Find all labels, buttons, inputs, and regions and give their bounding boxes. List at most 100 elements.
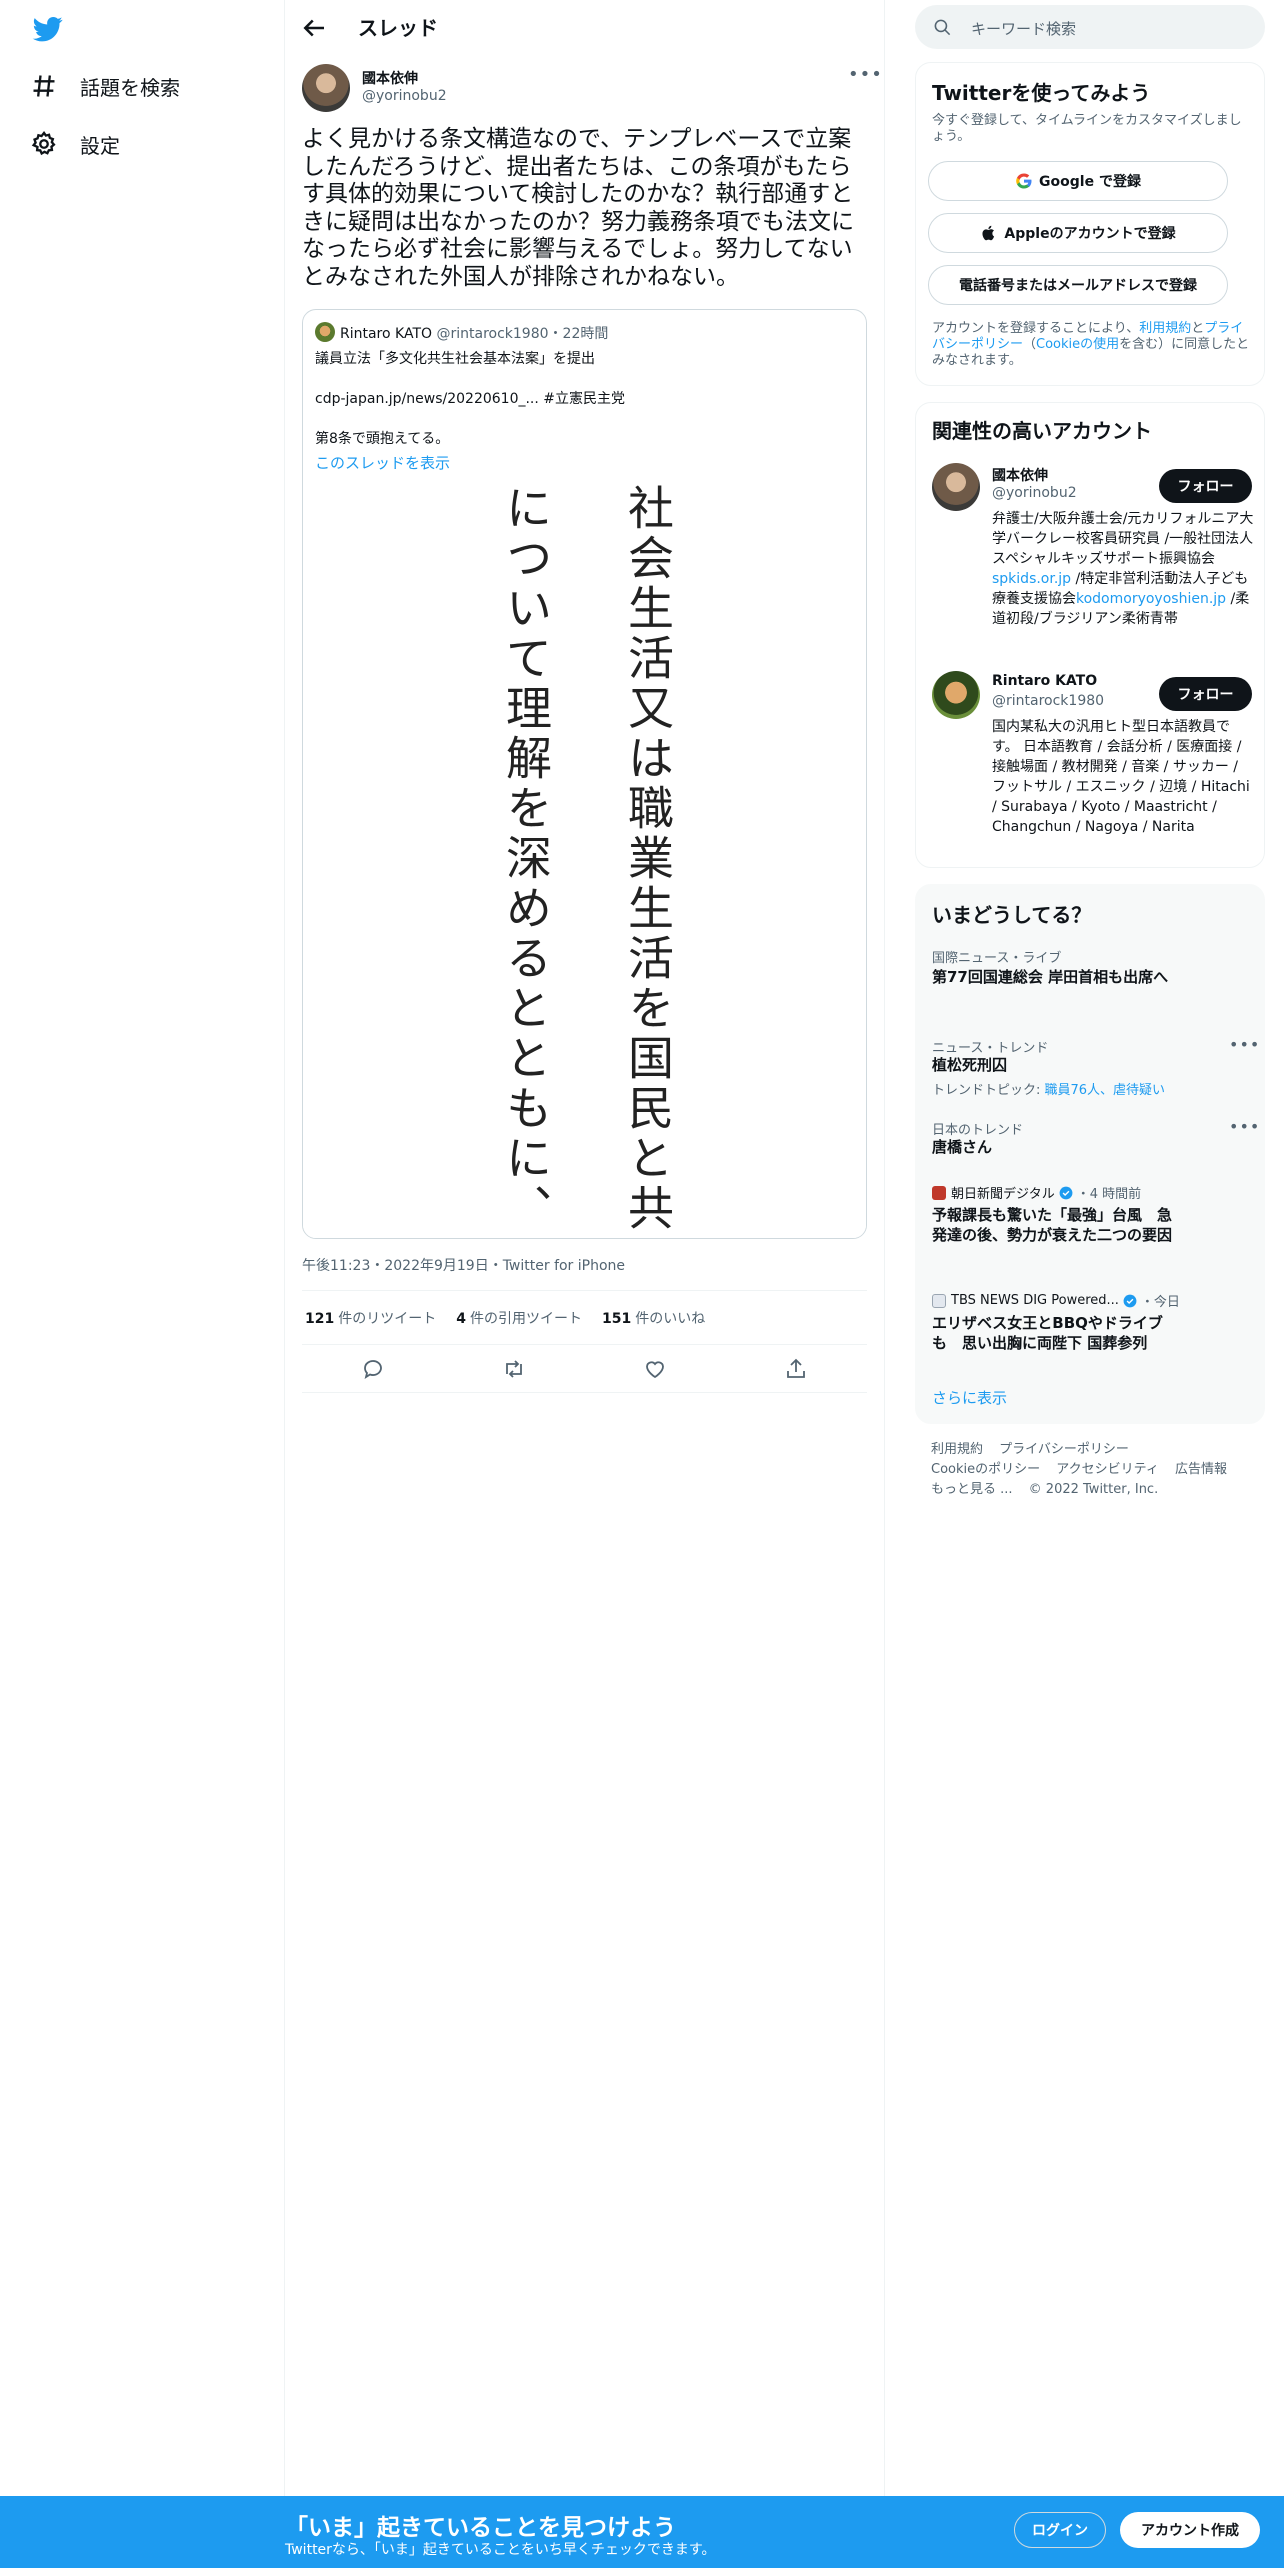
related-title: 関連性の高いアカウント bbox=[932, 419, 1152, 443]
divider bbox=[302, 1392, 867, 1393]
quote-line-2: cdp-japan.jp/news/20220610_... #立憲民主党 bbox=[315, 391, 626, 407]
quoted-tweet[interactable]: Rintaro KATO @rintarock1980・22時間 議員立法「多文… bbox=[302, 309, 867, 1239]
apple-icon bbox=[982, 225, 995, 241]
quote-author-handle: @rintarock1980 bbox=[436, 326, 549, 342]
trend-category: 日本のトレンド bbox=[932, 1123, 1024, 1138]
related-accounts-card: 関連性の高いアカウント 國本依伸 @yorinobu2 フォロー 弁護士/大阪弁… bbox=[915, 402, 1265, 868]
bottom-bar-title: 「いま」起きていることを見つけよう bbox=[285, 2515, 676, 2541]
more-options-icon[interactable]: ••• bbox=[848, 64, 883, 85]
footer-link[interactable]: プライバシーポリシー bbox=[999, 1442, 1129, 1457]
news-age: ・4 時間前 bbox=[1076, 1187, 1142, 1202]
verified-icon bbox=[1059, 1186, 1073, 1199]
retweets-count: 121 bbox=[305, 1311, 335, 1327]
left-nav: 話題を検索 設定 bbox=[0, 0, 285, 2500]
tweet-actions bbox=[302, 1352, 867, 1386]
terms-of-service-link[interactable]: 利用規約 bbox=[1139, 321, 1191, 336]
bottom-bar-subtitle: Twitterなら、「いま」起きていることをいち早くチェックできます。 bbox=[285, 2542, 716, 2558]
related-account-name[interactable]: Rintaro KATO bbox=[992, 673, 1097, 689]
quotes-count: 4 bbox=[456, 1311, 466, 1327]
related-account-bio: 国内某私大の汎用ヒト型日本語教員です。 日本語教育 / 会話分析 / 医療面接 … bbox=[992, 719, 1250, 835]
news-source-name: 朝日新聞デジタル bbox=[951, 1187, 1055, 1202]
likes-label: 件のいいね bbox=[635, 1311, 706, 1327]
quote-image[interactable]: 社会生活又は職業生活を国民と共 について理解を深めるとともに、 bbox=[303, 480, 866, 1238]
author-name[interactable]: 國本依伸 bbox=[362, 68, 418, 88]
divider bbox=[302, 1344, 867, 1345]
back-arrow-icon[interactable] bbox=[299, 13, 329, 43]
asahi-logo-icon bbox=[932, 1185, 946, 1200]
trend-category: 国際ニュース・ライブ bbox=[932, 951, 1062, 966]
related-account-name[interactable]: 國本依伸 bbox=[992, 465, 1048, 485]
more-options-icon[interactable]: ••• bbox=[1229, 1117, 1260, 1136]
phone-email-signup-button[interactable]: 電話番号またはメールアドレスで登録 bbox=[928, 265, 1228, 305]
tweet-timestamp[interactable]: 午後11:23・2022年9月19日・Twitter for iPhone bbox=[302, 1255, 625, 1275]
signup-title: Twitterを使ってみよう bbox=[932, 81, 1151, 105]
footer-link[interactable]: Cookieのポリシー bbox=[931, 1462, 1040, 1477]
quote-author-name: Rintaro KATO bbox=[340, 326, 433, 342]
footer-links: 利用規約 プライバシーポリシー Cookieのポリシー アクセシビリティ 広告情… bbox=[931, 1440, 1261, 1500]
terms-mid: と bbox=[1191, 321, 1205, 336]
follow-button[interactable]: フォロー bbox=[1159, 677, 1252, 711]
author-handle[interactable]: @yorinobu2 bbox=[362, 88, 447, 104]
trend-sub-pre: トレンドトピック: bbox=[932, 1083, 1045, 1098]
gear-icon bbox=[31, 130, 56, 156]
quote-line-3: 第8条で頭抱えてる。 bbox=[315, 431, 450, 447]
hashtag-icon bbox=[33, 75, 55, 97]
reply-icon[interactable] bbox=[361, 1357, 385, 1381]
create-account-button[interactable]: アカウント作成 bbox=[1120, 2512, 1260, 2548]
footer-link[interactable]: 利用規約 bbox=[931, 1442, 983, 1457]
google-icon bbox=[1016, 173, 1032, 189]
news-source: TBS NEWS DIG Powered... ・今日 bbox=[932, 1291, 1180, 1310]
author-avatar[interactable] bbox=[302, 64, 350, 112]
quote-author-avatar bbox=[315, 322, 335, 342]
verified-icon bbox=[1123, 1294, 1137, 1307]
bio-link[interactable]: spkids.or.jp bbox=[992, 571, 1071, 587]
footer-link[interactable]: 広告情報 bbox=[1175, 1462, 1227, 1477]
footer-link[interactable]: もっと見る ... bbox=[931, 1482, 1013, 1497]
trend-title: 植松死刑囚 bbox=[932, 1056, 1008, 1074]
trend-topic-link[interactable]: 職員76人、虐待疑い bbox=[1045, 1083, 1166, 1098]
trend-subtitle: トレンドトピック: 職員76人、虐待疑い bbox=[932, 1079, 1165, 1098]
twitter-logo-icon[interactable] bbox=[30, 14, 66, 44]
retweet-icon[interactable] bbox=[502, 1357, 526, 1381]
tbs-logo-icon bbox=[932, 1293, 946, 1308]
signup-card: Twitterを使ってみよう 今すぐ登録して、タイムラインをカスタマイズしましょ… bbox=[915, 62, 1265, 386]
apple-signup-button[interactable]: Appleのアカウントで登録 bbox=[928, 213, 1228, 253]
avatar[interactable] bbox=[932, 671, 980, 719]
news-title: エリザベス女王とBBQやドライブも 思い出胸に両陛下 国葬参列 bbox=[932, 1314, 1163, 1352]
thread-header: スレッド bbox=[285, 0, 885, 54]
likes-count: 151 bbox=[601, 1311, 632, 1327]
trends-card: いまどうしてる？ 国際ニュース・ライブ 第77回国連総会 岸田首相も出席へ ニュ… bbox=[915, 884, 1265, 1424]
copyright: © 2022 Twitter, Inc. bbox=[1028, 1482, 1159, 1497]
like-icon[interactable] bbox=[643, 1357, 667, 1381]
image-text-col-1: 社会生活又は職業生活を国民と共 bbox=[621, 484, 675, 1234]
google-signup-button[interactable]: Google で登録 bbox=[928, 161, 1228, 201]
tweet-stats: 121 件のリツイート 4 件の引用ツイート 151 件のいいね bbox=[305, 1308, 705, 1328]
retweets-stat[interactable]: 121 件のリツイート bbox=[305, 1308, 436, 1328]
quote-line-1: 議員立法「多文化共生社会基本法案」を提出 bbox=[315, 351, 595, 367]
related-account-handle[interactable]: @yorinobu2 bbox=[992, 485, 1077, 501]
avatar[interactable] bbox=[932, 463, 980, 511]
likes-stat[interactable]: 151 件のいいね bbox=[602, 1308, 705, 1328]
page-title: スレッド bbox=[358, 16, 438, 40]
main-column: スレッド 國本依伸 @yorinobu2 ••• よく見かける条文構造なので、テ… bbox=[285, 0, 885, 2500]
login-button[interactable]: ログイン bbox=[1014, 2512, 1106, 2548]
share-icon[interactable] bbox=[784, 1357, 808, 1381]
show-more-link[interactable]: さらに表示 bbox=[932, 1387, 1007, 1408]
news-source-name: TBS NEWS DIG Powered... bbox=[951, 1293, 1119, 1308]
nav-explore[interactable]: 話題を検索 bbox=[30, 66, 180, 106]
quote-time: ・22時間 bbox=[548, 326, 609, 342]
search-placeholder: キーワード検索 bbox=[971, 20, 1077, 38]
related-account-handle[interactable]: @rintarock1980 bbox=[992, 693, 1104, 709]
show-thread-link[interactable]: このスレッドを表示 bbox=[315, 452, 450, 473]
more-options-icon[interactable]: ••• bbox=[1229, 1035, 1260, 1054]
bio-link[interactable]: kodomoryoyoshien.jp bbox=[1076, 591, 1226, 607]
footer-link[interactable]: アクセシビリティ bbox=[1056, 1462, 1159, 1477]
quotes-stat[interactable]: 4 件の引用ツイート bbox=[456, 1308, 582, 1328]
follow-button[interactable]: フォロー bbox=[1159, 469, 1252, 503]
nav-settings[interactable]: 設定 bbox=[30, 124, 120, 164]
trend-title: 唐橋さん bbox=[932, 1138, 993, 1156]
cookie-use-link[interactable]: Cookieの使用 bbox=[1036, 337, 1119, 352]
nav-settings-label: 設定 bbox=[80, 133, 120, 158]
search-bar[interactable]: キーワード検索 bbox=[915, 5, 1265, 49]
search-icon bbox=[934, 19, 951, 36]
